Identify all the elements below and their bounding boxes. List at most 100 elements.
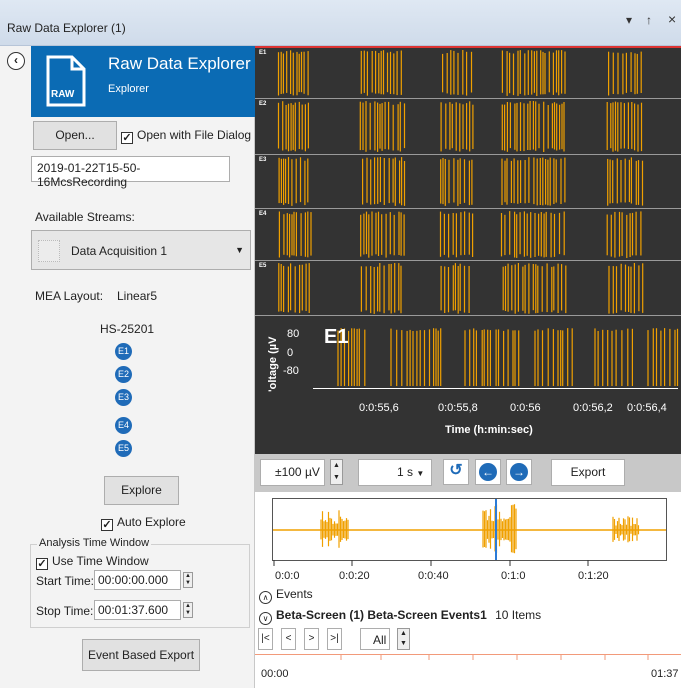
- stream-select[interactable]: Data Acquisition 1 ▼: [31, 230, 251, 270]
- channel-label-e5: E5: [259, 263, 267, 269]
- channel-row-e2[interactable]: E2: [255, 98, 681, 154]
- event-filter-spinner[interactable]: ▲ ▼: [397, 628, 410, 650]
- channel-row-e4[interactable]: E4: [255, 208, 681, 260]
- headstage-label: HS-25201: [100, 322, 155, 336]
- events-header: Events: [276, 587, 313, 601]
- events-panel: ∧ Events ∨ Beta-Screen (1) Beta-Screen Eve…: [255, 584, 681, 688]
- overview-xtick-4: 0:1:0: [501, 570, 526, 582]
- arrow-right-icon: →: [510, 463, 528, 481]
- explore-button[interactable]: Explore: [104, 476, 179, 505]
- detail-ylabel: 'oltage (µV: [267, 336, 279, 392]
- auto-explore-checkbox[interactable]: ✓ Auto Explore: [101, 515, 186, 531]
- detail-channel-label: E1: [324, 326, 349, 348]
- trace-e4: [278, 211, 642, 258]
- channel-traces: E1 E2 E3 E4 E5: [255, 46, 681, 316]
- xtick-4: 0:0:56,2: [573, 402, 613, 414]
- stream-icon: [38, 240, 60, 262]
- voltage-range-spinner[interactable]: ▲ ▼: [330, 459, 343, 485]
- event-filter-value: All: [373, 633, 387, 647]
- start-time-input[interactable]: 00:00:00.000: [94, 570, 181, 590]
- channel-row-e5[interactable]: E5: [255, 260, 681, 316]
- stop-time-input[interactable]: 00:01:37.600: [94, 600, 181, 620]
- window-title: Raw Data Explorer (1): [7, 21, 126, 35]
- file-name-field[interactable]: 2019-01-22T15-50-16McsRecording: [31, 156, 230, 189]
- pin-icon[interactable]: ↑: [646, 13, 652, 27]
- stop-time-label: Stop Time:: [36, 604, 94, 618]
- ytick-minus80: -80: [283, 365, 299, 377]
- checkbox-checked-icon: ✓: [101, 519, 113, 531]
- overview-ticks: [273, 560, 589, 566]
- xtick-2: 0:0:55,8: [438, 402, 478, 414]
- open-button[interactable]: Open...: [33, 121, 117, 150]
- event-count: 10 Items: [495, 608, 542, 622]
- explorer-panel: ‹ RAW Raw Data Explorer Explorer Open...…: [0, 46, 255, 688]
- chevron-left-icon: ‹: [14, 53, 18, 67]
- electrode-e3[interactable]: E3: [115, 389, 132, 406]
- time-window-value: 1 s: [397, 465, 414, 479]
- next-button[interactable]: →: [506, 459, 532, 485]
- raw-file-icon: RAW: [45, 54, 87, 108]
- detail-xlabel: Time (h:min:sec): [445, 424, 533, 436]
- electrode-e5[interactable]: E5: [115, 440, 132, 457]
- window-menu-icon[interactable]: ▾: [626, 13, 632, 27]
- position-marker[interactable]: [495, 499, 497, 560]
- export-button[interactable]: Export: [551, 459, 625, 486]
- channel-row-e3[interactable]: E3: [255, 154, 681, 208]
- detail-plot: 'oltage (µV 80 0 -80 E1 0:0:55,6 0:0:55,…: [255, 316, 681, 454]
- collapse-panel-button[interactable]: ‹: [7, 52, 25, 70]
- stream-selected: Data Acquisition 1: [71, 244, 168, 258]
- overview-xtick-2: 0:0:20: [339, 570, 370, 582]
- previous-event-button[interactable]: <: [281, 628, 296, 650]
- voltage-range-field[interactable]: ±100 µV: [260, 459, 325, 486]
- start-time-spinner[interactable]: ▲ ▼: [183, 572, 193, 588]
- events-expander[interactable]: ∧ Events: [259, 587, 313, 604]
- xtick-1: 0:0:55,6: [359, 402, 399, 414]
- overview-plot: 0:0:0 0:0:20 0:0:40 0:1:0 0:1:20: [255, 492, 681, 584]
- electrode-e4[interactable]: E4: [115, 417, 132, 434]
- checkbox-checked-icon: ✓: [121, 132, 133, 144]
- streams-label: Available Streams:: [35, 210, 135, 224]
- close-icon[interactable]: ×: [668, 11, 676, 27]
- trace-e1: [277, 50, 642, 96]
- chevron-down-icon: ▼: [235, 245, 244, 255]
- electrode-e2[interactable]: E2: [115, 366, 132, 383]
- use-time-window-label: Use Time Window: [52, 554, 149, 568]
- panel-banner: RAW Raw Data Explorer Explorer: [31, 46, 255, 117]
- panel-subtitle: Explorer: [108, 83, 149, 95]
- last-event-button[interactable]: >|: [327, 628, 342, 650]
- analysis-time-window-group: Analysis Time Window ✓ Use Time Window St…: [30, 537, 250, 628]
- checkbox-checked-icon: ✓: [36, 558, 48, 570]
- next-event-button[interactable]: >: [304, 628, 319, 650]
- first-event-button[interactable]: |<: [258, 628, 273, 650]
- stop-time-spinner[interactable]: ▲ ▼: [183, 602, 193, 618]
- previous-button[interactable]: ←: [475, 459, 501, 485]
- time-window-select[interactable]: 1 s ▼: [358, 459, 432, 486]
- use-time-window-checkbox[interactable]: ✓ Use Time Window: [36, 554, 149, 570]
- event-export-button[interactable]: Event Based Export: [82, 639, 200, 671]
- undo-zoom-button[interactable]: ↺: [443, 459, 469, 485]
- detail-trace: [337, 328, 679, 386]
- start-time-label: Start Time:: [36, 574, 95, 588]
- plot-toolbar: ±100 µV ▲ ▼ 1 s ▼ ↺ ← → Export: [255, 454, 681, 492]
- overview-xtick-3: 0:0:40: [418, 570, 449, 582]
- overview-frame[interactable]: [272, 498, 667, 561]
- overview-xtick-1: 0:0:0: [275, 570, 300, 582]
- chevron-down-icon: ▼: [416, 469, 425, 478]
- timeline-end: 01:37: [651, 668, 679, 680]
- event-stream-expander[interactable]: ∨ Beta-Screen (1) Beta-Screen Events1 10 …: [259, 608, 541, 625]
- event-filter-field[interactable]: All: [360, 628, 390, 650]
- xtick-3: 0:0:56: [510, 402, 541, 414]
- window-titlebar: Raw Data Explorer (1) ▾ ↑ ×: [0, 0, 681, 46]
- open-dialog-checkbox[interactable]: ✓ Open with File Dialog: [121, 128, 251, 144]
- group-legend: Analysis Time Window: [37, 537, 152, 549]
- undo-icon: ↺: [449, 462, 463, 479]
- chevron-down-icon: ∨: [259, 612, 272, 625]
- raw-label: RAW: [51, 89, 75, 100]
- channel-row-e1[interactable]: E1: [255, 46, 681, 98]
- trace-e2: [277, 101, 643, 152]
- channel-label-e2: E2: [259, 101, 267, 107]
- detail-xaxis: [313, 388, 678, 389]
- ytick-80: 80: [287, 328, 300, 340]
- arrow-left-icon: ←: [479, 463, 497, 481]
- electrode-e1[interactable]: E1: [115, 343, 132, 360]
